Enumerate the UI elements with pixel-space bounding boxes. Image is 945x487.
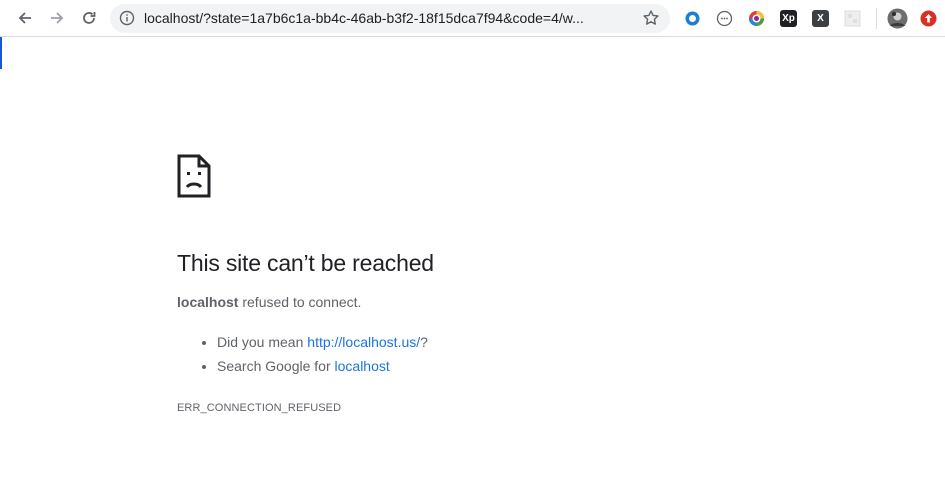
forward-button[interactable] bbox=[44, 5, 70, 31]
circle-extension-icon[interactable] bbox=[684, 10, 701, 27]
error-page: This site can’t be reached localhost ref… bbox=[177, 154, 797, 415]
color-wheel-extension-icon[interactable] bbox=[748, 10, 765, 27]
xp-extension-label: Xp bbox=[782, 12, 795, 24]
xp-extension-icon[interactable]: Xp bbox=[780, 10, 797, 27]
error-host: localhost bbox=[177, 294, 239, 310]
reload-icon bbox=[83, 12, 96, 24]
info-icon[interactable] bbox=[119, 10, 135, 26]
suggestion-prefix: Did you mean bbox=[217, 334, 308, 350]
url-text[interactable]: localhost/?state=1a7b6c1a-bb4c-46ab-b3f2… bbox=[144, 10, 634, 27]
back-arrow-icon bbox=[18, 12, 31, 24]
forward-arrow-icon bbox=[51, 12, 64, 24]
address-bar[interactable]: localhost/?state=1a7b6c1a-bb4c-46ab-b3f2… bbox=[110, 4, 670, 33]
error-message-rest: refused to connect. bbox=[238, 294, 362, 310]
suggestion-did-you-mean: Did you mean http://localhost.us/? bbox=[217, 330, 797, 354]
dotted-circle-extension-icon[interactable] bbox=[716, 10, 733, 27]
toolbar-divider bbox=[876, 8, 877, 29]
x-extension-icon[interactable]: X bbox=[812, 10, 829, 27]
bookmark-star-icon[interactable] bbox=[642, 9, 660, 27]
back-button[interactable] bbox=[12, 5, 38, 31]
reload-button[interactable] bbox=[76, 5, 102, 31]
suggestion-suffix: ? bbox=[420, 334, 428, 350]
error-title: This site can’t be reached bbox=[177, 250, 434, 276]
sad-page-icon bbox=[177, 154, 211, 198]
update-icon[interactable] bbox=[920, 10, 937, 27]
error-code: ERR_CONNECTION_REFUSED bbox=[177, 402, 342, 414]
left-edge-blue-bar bbox=[0, 37, 2, 69]
did-you-mean-link[interactable]: http://localhost.us/ bbox=[307, 334, 420, 350]
blank-extension-icon[interactable] bbox=[844, 10, 861, 27]
suggestion-search: Search Google for localhost bbox=[217, 354, 797, 378]
search-prefix: Search Google for bbox=[217, 358, 335, 374]
error-description: localhost refused to connect. bbox=[177, 293, 797, 311]
left-edge-strip bbox=[0, 37, 3, 487]
profile-avatar[interactable] bbox=[887, 8, 908, 29]
suggestions-list: Did you mean http://localhost.us/? Searc… bbox=[177, 330, 797, 378]
search-google-link[interactable]: localhost bbox=[335, 358, 390, 374]
browser-toolbar: localhost/?state=1a7b6c1a-bb4c-46ab-b3f2… bbox=[0, 0, 945, 37]
x-extension-label: X bbox=[817, 12, 824, 24]
